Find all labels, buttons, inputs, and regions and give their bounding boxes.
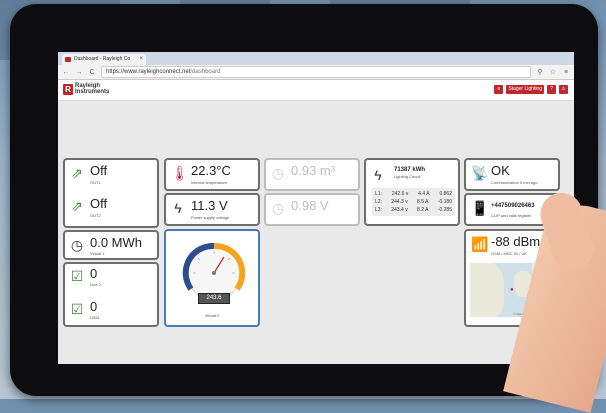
forward-icon[interactable]: → bbox=[75, 69, 83, 76]
signal-value: -88 dBm bbox=[491, 234, 541, 249]
voltage-tile[interactable]: ϟ 11.3 V Power supply voltage bbox=[164, 193, 260, 226]
phone-value: +447509026463 bbox=[491, 203, 535, 209]
reload-icon[interactable]: C bbox=[88, 69, 96, 76]
favicon-icon bbox=[65, 57, 71, 62]
phase-line: L3: bbox=[375, 207, 382, 213]
help-button[interactable]: ? bbox=[547, 85, 556, 94]
outputs-tile[interactable]: ⇗ Off OUT1 ⇗ Off OUT2 bbox=[63, 158, 159, 228]
checkbox-icon: ☑ bbox=[70, 301, 84, 317]
phase-row: L2: 244.3 v 8.5 A -0.180 bbox=[375, 198, 452, 206]
checkbox-icon: ☑ bbox=[70, 268, 84, 284]
energy-tile[interactable]: ϟ 71387 kWh Lighting Circuit L1: 242.6 v… bbox=[364, 158, 460, 226]
din3-value: 0 bbox=[90, 299, 98, 314]
flow-tile[interactable]: ◷ 0.93 m³ bbox=[264, 158, 360, 191]
browser-tab[interactable]: Dashboard - Rayleigh Co × bbox=[62, 54, 146, 65]
map-pin-icon: ● bbox=[510, 287, 514, 293]
phase-row: L1: 242.6 v 4.4 A 0.862 bbox=[375, 190, 452, 198]
rayleigh-logo[interactable]: R Rayleigh Instruments bbox=[63, 83, 109, 95]
output-arrow-icon: ⇗ bbox=[71, 165, 83, 181]
logo-mark: R bbox=[63, 83, 73, 95]
line2-label: Line 2 bbox=[90, 282, 101, 287]
clock-icon: ◷ bbox=[271, 165, 285, 181]
address-bar[interactable]: https://www.rayleighconnect.net/dashboar… bbox=[101, 66, 531, 78]
phase-pf: -0.180 bbox=[437, 199, 452, 205]
tab-title: Dashboard - Rayleigh Co bbox=[74, 56, 131, 62]
star-icon[interactable]: ☆ bbox=[549, 68, 557, 76]
energy-label: Lighting Circuit bbox=[394, 174, 421, 179]
zoom-icon[interactable]: ⚲ bbox=[536, 68, 544, 76]
phase-line: L2: bbox=[375, 199, 382, 205]
wifi-icon: 📶 bbox=[471, 236, 489, 252]
phase-pf: 0.862 bbox=[439, 191, 452, 197]
phase-volts: 243.4 v bbox=[391, 207, 408, 213]
lightning-icon: ϟ bbox=[174, 200, 182, 216]
voltage-label: Power supply voltage bbox=[191, 215, 230, 220]
gauge-reading: 243.6 bbox=[198, 293, 230, 304]
gauge-tile[interactable]: 243.6 Virtual 2 bbox=[164, 229, 260, 327]
url-path: /dashboard bbox=[190, 69, 221, 75]
phase-pf: -0.285 bbox=[437, 207, 452, 213]
menu-button[interactable]: ≡ bbox=[494, 85, 504, 94]
temperature-tile[interactable]: 🌡 22.3°C Internal temperature bbox=[164, 158, 260, 191]
alarm-button[interactable]: ⚠ bbox=[559, 85, 568, 94]
volt2-tile[interactable]: ◷ 0.98 V bbox=[264, 193, 360, 226]
url-host: https://www.rayleighconnect.net bbox=[106, 69, 191, 75]
browser-tabbar: Dashboard - Rayleigh Co × bbox=[58, 52, 574, 65]
tablet-screen: Dashboard - Rayleigh Co × ← → C https://… bbox=[58, 52, 574, 364]
communication-label: Communication 5 min ago bbox=[491, 180, 538, 185]
phase-table: L1: 242.6 v 4.4 A 0.862 L2: 244.3 v 8.5 … bbox=[372, 188, 455, 216]
clock-icon: ◷ bbox=[271, 200, 285, 216]
signal-label: GSM / MNC 50 / UK bbox=[491, 251, 528, 256]
site-selector-button[interactable]: Stager Lighting bbox=[506, 85, 544, 94]
antenna-icon: 📡 bbox=[471, 165, 489, 181]
close-icon[interactable]: × bbox=[139, 54, 143, 65]
out2-value: Off bbox=[90, 196, 108, 211]
out1-value: Off bbox=[90, 163, 108, 178]
browser-toolbar: ← → C https://www.rayleighconnect.net/da… bbox=[58, 65, 574, 80]
communication-tile[interactable]: 📡 OK Communication 5 min ago bbox=[464, 158, 560, 191]
virtual1-value: 0.0 MWh bbox=[90, 235, 143, 250]
dashboard: ⇗ Off OUT1 ⇗ Off OUT2 ◷ 0.0 MWh Virtual … bbox=[58, 100, 574, 364]
gauge-dial bbox=[182, 242, 246, 301]
lightning-icon: ϟ bbox=[374, 167, 382, 183]
phase-volts: 244.3 v bbox=[391, 199, 408, 205]
clock-icon: ◷ bbox=[70, 237, 84, 253]
out1-label: OUT1 bbox=[90, 180, 101, 185]
virtual1-label: Virtual 1 bbox=[90, 251, 105, 256]
header-buttons: ≡ Stager Lighting ? ⚠ bbox=[494, 85, 568, 94]
counters-tile[interactable]: ☑ 0 Line 2 ☑ 0 DIN3 bbox=[63, 262, 159, 327]
phase-row: L3: 243.4 v 8.2 A -0.285 bbox=[375, 206, 452, 214]
phase-volts: 242.6 v bbox=[391, 191, 409, 197]
phase-line: L1: bbox=[375, 191, 382, 197]
logo-line2: Instruments bbox=[75, 89, 110, 95]
virtual1-tile[interactable]: ◷ 0.0 MWh Virtual 1 bbox=[63, 230, 159, 260]
menu-icon[interactable]: ≡ bbox=[562, 69, 570, 76]
out2-label: OUT2 bbox=[90, 213, 101, 218]
gauge-label: Virtual 2 bbox=[204, 313, 220, 318]
tablet-frame: Dashboard - Rayleigh Co × ← → C https://… bbox=[10, 4, 598, 396]
flow-value: 0.93 m³ bbox=[291, 163, 336, 178]
temperature-value: 22.3°C bbox=[191, 163, 231, 178]
phone-icon: 📱 bbox=[471, 200, 489, 216]
phone-label: CLIP and calls register bbox=[491, 213, 532, 218]
phase-amps: 8.2 A bbox=[417, 207, 429, 213]
volt2-value: 0.98 V bbox=[291, 198, 329, 213]
voltage-value: 11.3 V bbox=[191, 198, 228, 213]
din3-label: DIN3 bbox=[90, 315, 100, 320]
back-icon[interactable]: ← bbox=[62, 69, 70, 76]
phase-amps: 8.5 A bbox=[417, 199, 429, 205]
energy-value: 71387 kWh bbox=[394, 167, 426, 173]
temperature-label: Internal temperature bbox=[191, 180, 228, 185]
phase-amps: 4.4 A bbox=[418, 191, 430, 197]
thermometer-icon: 🌡 bbox=[171, 165, 189, 181]
output-arrow-icon: ⇗ bbox=[71, 198, 83, 214]
app-header: R Rayleigh Instruments ≡ Stager Lighting… bbox=[58, 80, 574, 101]
line2-value: 0 bbox=[90, 266, 98, 281]
communication-value: OK bbox=[491, 163, 510, 178]
